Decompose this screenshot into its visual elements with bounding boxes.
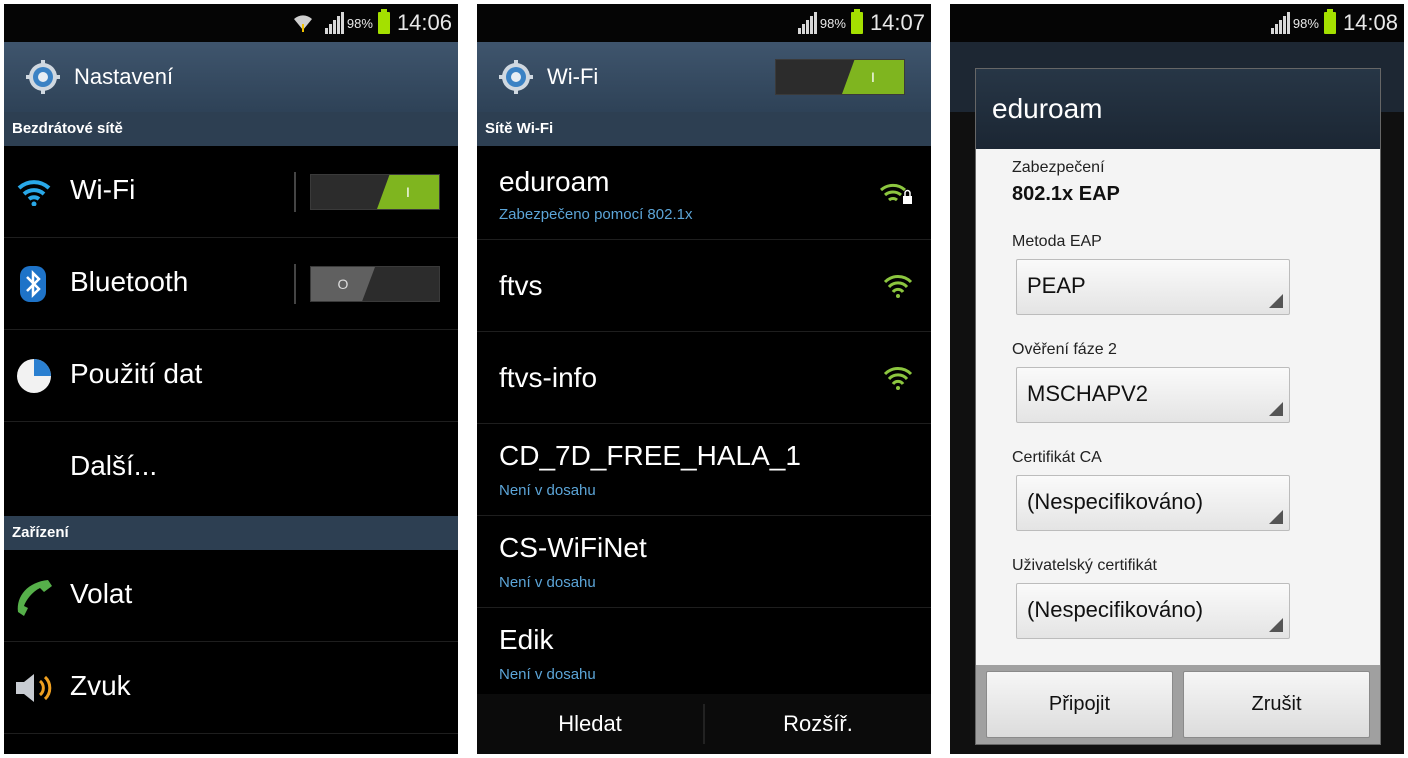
ca-cert-select[interactable]: (Nespecifikováno) [1016,475,1290,531]
network-name: ftvs [499,270,543,301]
eap-dialog-screen: 98% 14:08 eduroam Zabezpečení 802.1x EAP… [950,4,1404,754]
network-item-cs-wifinet[interactable]: CS-WiFiNet Není v dosahu [477,516,931,608]
divider [294,264,296,304]
user-cert-value: (Nespecifikováno) [1027,597,1204,622]
user-cert-label: Uživatelský certifikát [1012,557,1157,574]
call-label: Volat [70,578,133,609]
title-bar: Wi-Fi I [477,42,931,112]
network-item-ftvs[interactable]: ftvs [477,240,931,332]
battery-percent: 98% [346,15,373,31]
settings-item-bluetooth[interactable]: Bluetooth O [4,238,458,330]
network-item-cd7d[interactable]: CD_7D_FREE_HALA_1 Není v dosahu [477,424,931,516]
dropdown-arrow-icon [1269,510,1283,524]
status-time: 14:06 [396,10,452,35]
section-header-networks: Sítě Wi-Fi [477,112,931,146]
data-usage-label: Použití dat [70,358,203,389]
wifi-master-toggle[interactable]: I [775,59,905,95]
signal-icon [797,12,817,34]
toggle-on-label: I [377,175,439,209]
network-item-ftvs-info[interactable]: ftvs-info [477,332,931,424]
bluetooth-label: Bluetooth [70,266,189,297]
speaker-icon [16,674,52,702]
toggle-off-label: O [311,267,375,301]
battery-percent: 98% [819,15,846,31]
eap-method-select[interactable]: PEAP [1016,259,1290,315]
battery-percent: 98% [1292,15,1319,31]
phase2-value: MSCHAPV2 [1027,381,1149,406]
signal-icon [324,12,344,34]
more-label: Další... [70,450,158,481]
wifi-signal-lock-icon [880,183,912,204]
bluetooth-toggle[interactable]: O [310,266,440,302]
dropdown-arrow-icon [1269,402,1283,416]
network-name: eduroam [499,166,610,197]
settings-item-wifi[interactable]: Wi-Fi I [4,146,458,238]
phone-icon [17,580,52,616]
network-name: CD_7D_FREE_HALA_1 [499,440,801,471]
wifi-signal-icon [883,275,913,298]
dialog-title: eduroam [976,69,1380,149]
eap-method-value: PEAP [1027,273,1086,298]
wifi-signal-icon [883,367,913,390]
network-item-edik[interactable]: Edik Není v dosahu [477,608,931,698]
dropdown-arrow-icon [1269,294,1283,308]
battery-icon [377,9,390,34]
status-time: 14:07 [869,10,925,35]
battery-icon [1323,9,1336,34]
bottom-action-bar: Hledat Rozšíř. [477,694,931,754]
network-item-eduroam[interactable]: eduroam Zabezpečeno pomocí 802.1x [477,146,931,240]
ca-cert-value: (Nespecifikováno) [1027,489,1204,514]
network-status: Zabezpečeno pomocí 802.1x [499,206,693,223]
cancel-button[interactable]: Zrušit [1183,671,1370,738]
toggle-on-label: I [842,60,904,94]
network-name: Edik [499,624,554,655]
network-config-dialog: eduroam Zabezpečení 802.1x EAP Metoda EA… [976,69,1380,744]
wifi-screen: 98% 14:07 Wi-Fi I Sítě Wi-Fi eduroam Zab… [477,4,931,754]
wifi-status-icon [293,15,312,32]
user-cert-select[interactable]: (Nespecifikováno) [1016,583,1290,639]
advanced-button[interactable]: Rozšíř. [705,711,931,737]
security-value: 802.1x EAP [1012,183,1120,205]
phase2-label: Ověření fáze 2 [1012,341,1117,358]
settings-item-sound[interactable]: Zvuk [4,642,458,734]
wifi-label: Wi-Fi [70,174,136,205]
page-title: Nastavení [74,64,174,89]
dialog-button-bar: Připojit Zrušit [976,665,1380,744]
title-bar: Nastavení [4,42,458,112]
network-status: Není v dosahu [499,482,596,499]
eap-method-label: Metoda EAP [1012,233,1102,250]
phase2-select[interactable]: MSCHAPV2 [1016,367,1290,423]
security-label: Zabezpečení [1012,159,1105,176]
wifi-toggle[interactable]: I [310,174,440,210]
dialog-body: Zabezpečení 802.1x EAP Metoda EAP PEAP O… [976,149,1380,665]
network-name: ftvs-info [499,362,598,393]
wifi-icon [17,180,51,206]
section-header-wireless: Bezdrátové sítě [4,112,458,146]
sound-label: Zvuk [70,670,131,701]
status-time: 14:08 [1342,10,1398,35]
pie-chart-icon [17,359,51,393]
gear-icon [26,60,60,94]
bluetooth-icon [20,266,46,302]
settings-item-call[interactable]: Volat [4,550,458,642]
divider [294,172,296,212]
dropdown-arrow-icon [1269,618,1283,632]
ca-cert-label: Certifikát CA [1012,449,1102,466]
settings-item-data-usage[interactable]: Použití dat [4,330,458,422]
status-bar: 98% 14:07 [477,4,931,42]
network-name: CS-WiFiNet [499,532,647,563]
page-title: Wi-Fi [547,64,599,89]
gear-icon [499,60,533,94]
settings-item-more[interactable]: Další... [4,422,458,514]
network-status: Není v dosahu [499,666,596,683]
scan-button[interactable]: Hledat [477,711,703,737]
status-bar: 98% 14:08 [950,4,1404,42]
battery-icon [850,9,863,34]
connect-button[interactable]: Připojit [986,671,1173,738]
status-bar: 98% 14:06 [4,4,458,42]
section-header-device: Zařízení [4,516,458,550]
settings-screen: 98% 14:06 Nastavení Bezdrátové sítě Wi-F… [4,4,458,754]
network-status: Není v dosahu [499,574,596,591]
signal-icon [1270,12,1290,34]
